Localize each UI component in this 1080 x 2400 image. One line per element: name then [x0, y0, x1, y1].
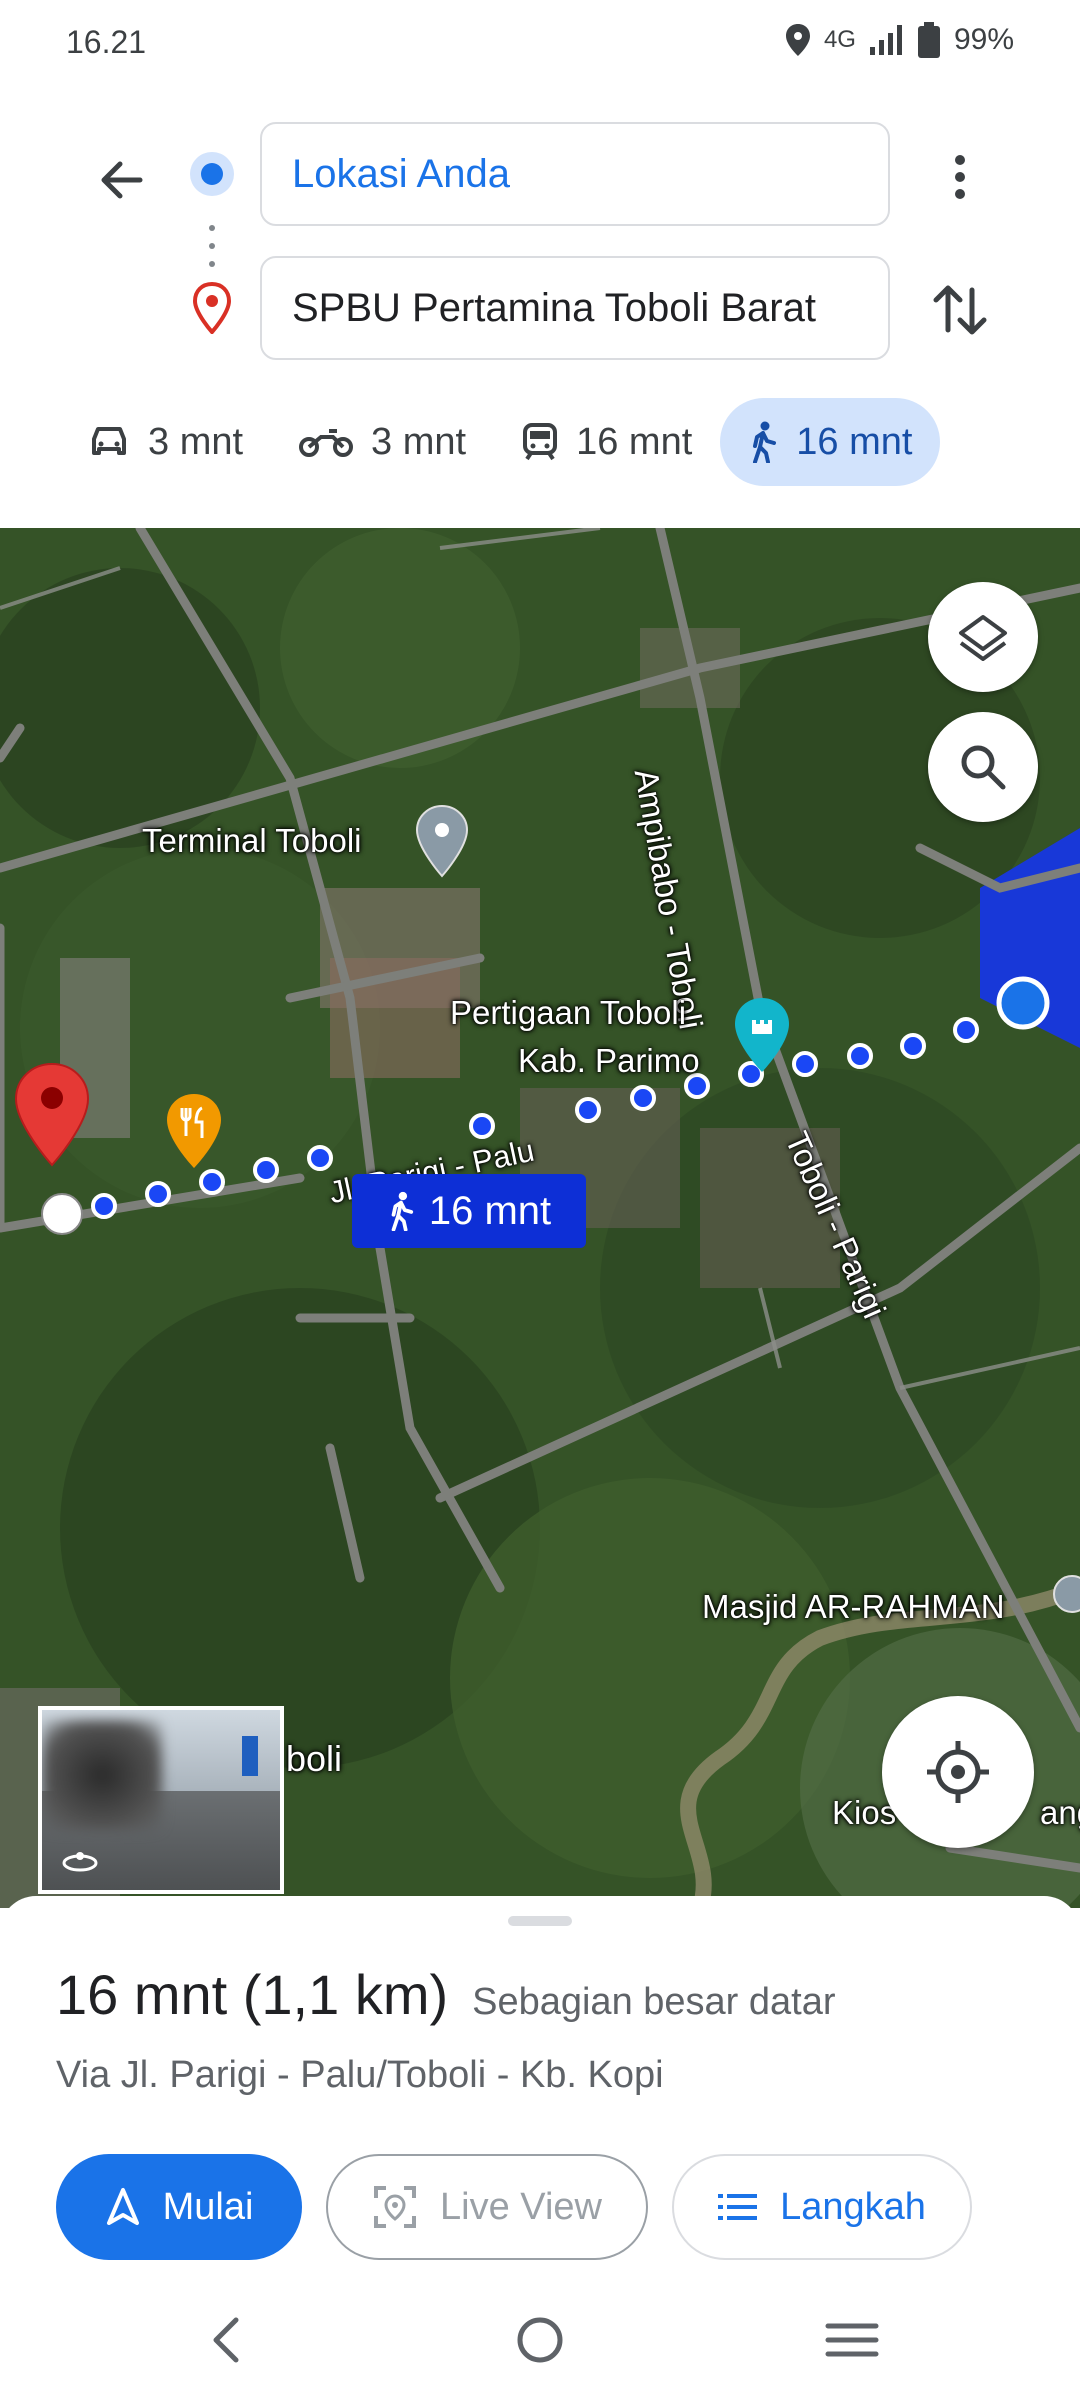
route-via: Via Jl. Parigi - Palu/Toboli - Kb. Kopi: [56, 2054, 664, 2096]
label-toboli-partial: boli: [286, 1738, 343, 1779]
motorcycle-icon: [299, 429, 354, 457]
mode-car[interactable]: 3 mnt: [60, 398, 271, 486]
label-kios-right: ang: [1040, 1794, 1080, 1831]
nav-recents-icon[interactable]: [816, 2304, 888, 2376]
battery-icon: [917, 22, 940, 58]
mode-transit[interactable]: 16 mnt: [494, 398, 720, 486]
back-arrow-icon[interactable]: [92, 150, 152, 210]
route-dots-icon: [209, 225, 215, 267]
route-actions: Mulai Live View Langkah: [56, 2154, 972, 2260]
route-duration: 16 mnt (1,1 km): [56, 1963, 449, 2026]
signal-icon: [869, 25, 902, 55]
route-duration-chip[interactable]: 16 mnt: [352, 1174, 586, 1248]
destination-input[interactable]: SPBU Pertamina Toboli Barat: [260, 256, 890, 360]
walk-icon: [391, 1191, 413, 1231]
nav-back-icon[interactable]: [192, 2304, 264, 2376]
search-icon: [961, 745, 1006, 790]
more-options-icon[interactable]: [936, 142, 984, 212]
live-view-label: Live View: [440, 2185, 602, 2228]
live-view-button[interactable]: Live View: [326, 2154, 648, 2260]
live-view-icon: [374, 2186, 417, 2228]
mode-motorcycle-label: 3 mnt: [371, 420, 467, 463]
layers-icon: [959, 615, 1007, 661]
search-button[interactable]: [928, 712, 1038, 822]
street-view-thumbnail[interactable]: [38, 1706, 284, 1894]
destination-pin-icon: [192, 282, 232, 334]
crosshair-icon: [927, 1741, 989, 1803]
network-label: 4G: [823, 26, 856, 53]
rotate-360-icon: [62, 1852, 98, 1872]
mode-transit-label: 16 mnt: [576, 420, 693, 463]
layers-button[interactable]: [928, 582, 1038, 692]
walk-icon: [753, 421, 777, 463]
system-nav-bar: [0, 2278, 1080, 2400]
start-button[interactable]: Mulai: [56, 2154, 302, 2260]
mode-car-label: 3 mnt: [148, 420, 244, 463]
label-masjid: Masjid AR-RAHMAN: [702, 1588, 1005, 1625]
battery-level: 99%: [953, 23, 1014, 56]
steps-button[interactable]: Langkah: [672, 2154, 972, 2260]
label-terminal: Terminal Toboli: [142, 822, 362, 859]
mode-motorcycle[interactable]: 3 mnt: [271, 398, 494, 486]
directions-header: Lokasi Anda SPBU Pertamina Toboli Barat …: [0, 90, 1080, 528]
map-view[interactable]: Terminal Toboli Ampibabo - Toboli Pertig…: [0, 528, 1080, 1908]
nav-home-icon[interactable]: [504, 2304, 576, 2376]
mode-walk[interactable]: 16 mnt: [720, 398, 941, 486]
status-bar: 16.21 4G 99%: [0, 0, 1080, 90]
status-time: 16.21: [66, 24, 147, 60]
label-pertigaan-2: Kab. Parimo: [518, 1042, 700, 1079]
route-chip-label: 16 mnt: [428, 1188, 552, 1233]
my-location-button[interactable]: [882, 1696, 1034, 1848]
list-icon: [718, 2194, 758, 2220]
origin-input[interactable]: Lokasi Anda: [260, 122, 890, 226]
current-location-marker: [996, 976, 1050, 1030]
travel-modes: 3 mnt 3 mnt 16 mnt 16 mnt: [60, 398, 941, 486]
route-terrain: Sebagian besar datar: [472, 1981, 836, 2023]
location-icon: [785, 24, 810, 56]
label-pertigaan-1: Pertigaan Toboli: [450, 994, 687, 1031]
drag-handle[interactable]: [508, 1916, 572, 1926]
route-summary-sheet[interactable]: 16 mnt (1,1 km) Sebagian besar datar Via…: [0, 1896, 1080, 2278]
swap-icon[interactable]: [930, 278, 990, 342]
origin-dot-icon: [190, 152, 234, 196]
train-icon: [523, 423, 558, 461]
mode-walk-label: 16 mnt: [796, 420, 913, 463]
navigation-arrow-icon: [106, 2188, 139, 2225]
start-button-label: Mulai: [162, 2185, 254, 2228]
steps-label: Langkah: [780, 2185, 926, 2228]
car-icon: [92, 427, 126, 455]
